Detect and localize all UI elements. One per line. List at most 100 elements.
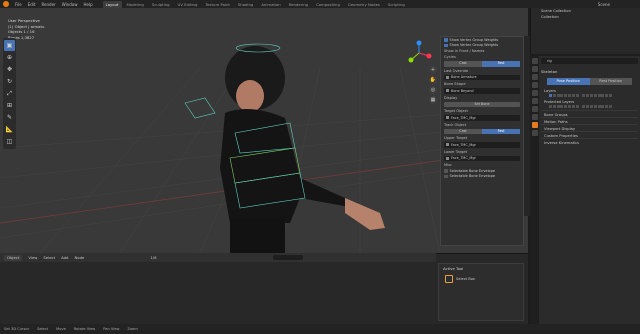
tab-scripting[interactable]: Scripting [385,1,408,8]
checkbox[interactable] [444,43,448,47]
panel-title[interactable]: Active Tool [439,264,523,273]
layer-toggle[interactable] [552,105,556,108]
modifier-icon[interactable] [531,106,538,112]
world-icon[interactable] [531,90,538,96]
lower-target-field[interactable]: Face_TMC_Mgr [444,155,520,161]
tab-rendering[interactable]: Rendering [286,1,311,8]
motion-paths-panel[interactable]: Motion Paths [541,117,638,124]
bone-groups-panel[interactable]: Bone Groups [541,110,638,117]
tab-sculpting[interactable]: Sculpting [149,1,173,8]
select-box-icon[interactable]: ▣ [4,40,15,51]
annotate-icon[interactable]: ✎ [4,112,15,123]
layer-toggle[interactable] [556,94,560,97]
scene-icon[interactable] [531,82,538,88]
measure-icon[interactable]: 📐 [4,124,15,135]
tab-texture-paint[interactable]: Texture Paint [202,1,233,8]
layer-toggle[interactable] [575,105,579,108]
layer-toggle[interactable] [586,94,590,97]
layer-toggle[interactable] [567,94,571,97]
layer-toggle[interactable] [605,105,609,108]
layer-toggle[interactable] [549,105,552,108]
active-tool-entry[interactable]: Select Box [439,273,523,285]
menu-add[interactable]: Add [61,255,68,260]
menu-render[interactable]: Render [41,2,55,7]
render-icon[interactable] [531,66,538,72]
toggle-fast[interactable]: Fast [482,61,520,67]
rotate-icon[interactable]: ↻ [4,76,15,87]
layer-toggle[interactable] [608,94,612,97]
layer-toggle[interactable] [549,94,552,97]
layer-toggle[interactable] [589,105,593,108]
layer-toggle[interactable] [601,105,605,108]
layer-toggle[interactable] [571,105,575,108]
armature-data-icon[interactable] [531,122,538,128]
hand-icon[interactable]: ✋ [429,76,437,84]
scene-selector[interactable]: Scene [598,2,610,7]
navigation-gizmo-icon[interactable] [406,40,432,66]
layer-toggle[interactable] [560,94,564,97]
protected-layer-grid[interactable] [541,105,638,108]
layer-toggle[interactable] [597,105,601,108]
bone-icon[interactable] [531,130,538,136]
layer-toggle[interactable] [564,105,568,108]
rest-position-button[interactable]: Rest Position [589,78,632,85]
toggle-cast[interactable]: Cast [444,128,482,134]
tab-shading[interactable]: Shading [235,1,256,8]
layer-toggle[interactable] [556,105,560,108]
menu-edit[interactable]: Edit [28,2,36,7]
upper-target-field[interactable]: Face_TMC_Mgr [444,142,520,148]
tab-geometry-nodes[interactable]: Geometry Nodes [345,1,383,8]
object-icon[interactable] [531,98,538,104]
layer-toggle[interactable] [597,94,601,97]
character-model[interactable] [184,43,385,253]
move-icon[interactable]: ✥ [4,64,15,75]
search-input[interactable] [272,254,303,261]
layer-toggle[interactable] [575,94,579,97]
grid-icon[interactable]: ▦ [429,96,437,104]
zoom-icon[interactable]: + [429,66,437,74]
layer-toggle[interactable] [582,105,586,108]
add-cube-icon[interactable]: ◫ [4,136,15,147]
tab-layout[interactable]: Layout [102,0,122,8]
menu-window[interactable]: Window [62,2,78,7]
tab-compositing[interactable]: Compositing [313,1,343,8]
last-override-field[interactable]: Bone Armature [444,74,520,80]
armature-name-field[interactable]: rig [541,58,638,64]
layer-toggle[interactable] [605,94,609,97]
toggle-cast[interactable]: Cast [444,61,482,67]
checkbox[interactable] [444,38,448,42]
layer-toggle[interactable] [560,105,564,108]
tab-modeling[interactable]: Modeling [124,1,147,8]
menu-select[interactable]: Select [43,255,55,260]
set-bone-button[interactable]: Set Bone [444,101,520,107]
misc-row[interactable]: Selectable Bone Envelope [441,174,523,180]
scale-icon[interactable]: ⤢ [4,88,15,99]
layer-toggle[interactable] [571,94,575,97]
transform-icon[interactable]: ⊞ [4,100,15,111]
skeleton-section-header[interactable]: Skeleton [541,67,638,76]
viewport-display-panel[interactable]: Viewport Display [541,124,638,131]
layer-toggle[interactable] [608,105,612,108]
checkbox[interactable] [444,174,448,178]
layer-toggle[interactable] [601,94,605,97]
layer-toggle[interactable] [567,105,571,108]
bone-shape-field[interactable]: Bone Beyond [444,88,520,94]
target-object-field[interactable]: Face_TMC_Mgr [444,115,520,121]
layer-toggle[interactable] [593,94,597,97]
camera-icon[interactable]: ◎ [429,86,437,94]
layer-toggle[interactable] [552,94,556,97]
tool-icon[interactable] [531,58,538,64]
tab-uv-editing[interactable]: UV Editing [175,1,201,8]
layer-toggle[interactable] [593,105,597,108]
custom-properties-panel[interactable]: Custom Properties [541,131,638,138]
checkbox[interactable] [444,169,448,173]
layer-toggle[interactable] [582,94,586,97]
menu-help[interactable]: Help [83,2,92,7]
output-icon[interactable] [531,74,538,80]
layer-toggle[interactable] [564,94,568,97]
blender-logo-icon[interactable] [3,1,9,7]
mode-dropdown[interactable]: Object [4,254,23,261]
menu-node[interactable]: Node [74,255,84,260]
tab-animation[interactable]: Animation [258,1,283,8]
cursor-icon[interactable]: ⊕ [4,52,15,63]
